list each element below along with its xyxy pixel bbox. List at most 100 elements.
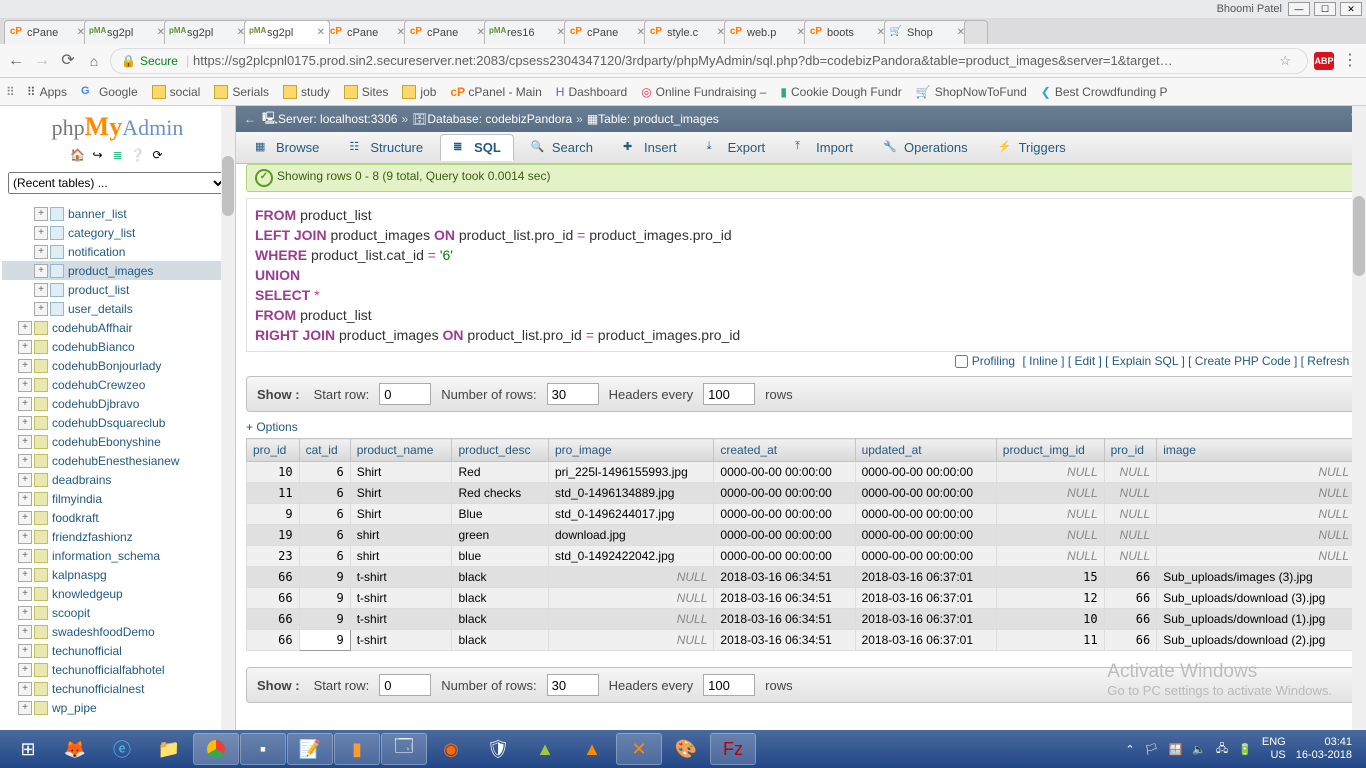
expand-icon[interactable]: +	[18, 511, 32, 525]
pma-tab-triggers[interactable]: ⚡Triggers	[985, 134, 1079, 161]
explain-link[interactable]: Explain SQL	[1112, 354, 1178, 368]
apps-button[interactable]: ⠿	[6, 85, 13, 99]
cell[interactable]: std_0-1496244017.jpg	[548, 504, 713, 525]
browser-tab[interactable]: cPcPane✕	[564, 20, 650, 44]
tray-flag-icon[interactable]: 🏳	[1145, 743, 1159, 756]
options-toggle[interactable]: + Options	[246, 420, 1356, 434]
cell[interactable]: NULL	[548, 630, 713, 651]
tree-database[interactable]: +wp_pipe	[2, 698, 231, 717]
cell[interactable]: NULL	[1104, 483, 1157, 504]
browser-tab[interactable]: pMAsg2pl✕	[164, 20, 250, 44]
pma-tab-sql[interactable]: ≣SQL	[440, 134, 514, 161]
tree-database[interactable]: +friendzfashionz	[2, 527, 231, 546]
cell[interactable]: 66	[1104, 630, 1157, 651]
pma-tab-operations[interactable]: 🔧Operations	[870, 134, 981, 161]
col-header[interactable]: image	[1157, 439, 1356, 462]
task-cmd[interactable]: ▪	[241, 734, 285, 764]
start-row-input[interactable]	[379, 383, 431, 405]
address-bar[interactable]: 🔒 Secure | https://sg2plcpnl0175.prod.si…	[110, 48, 1308, 74]
cell[interactable]: shirt	[350, 546, 452, 567]
cell[interactable]: 0000-00-00 00:00:00	[855, 462, 996, 483]
cell[interactable]: 2018-03-16 06:37:01	[855, 588, 996, 609]
table-row[interactable]: 196shirtgreendownload.jpg0000-00-00 00:0…	[247, 525, 1356, 546]
cell[interactable]: 9	[299, 609, 350, 630]
cell[interactable]: pri_225l-1496155993.jpg	[548, 462, 713, 483]
cell[interactable]: black	[452, 567, 549, 588]
cell[interactable]: 0000-00-00 00:00:00	[855, 525, 996, 546]
cell[interactable]: blue	[452, 546, 549, 567]
cell[interactable]: 2018-03-16 06:37:01	[855, 630, 996, 651]
bookmark-item[interactable]: ⠿Apps	[27, 85, 67, 99]
pma-tab-structure[interactable]: ☷Structure	[336, 134, 436, 161]
browser-tab[interactable]: pMAsg2pl✕	[84, 20, 170, 44]
cell[interactable]: NULL	[1104, 504, 1157, 525]
cell[interactable]: NULL	[1104, 462, 1157, 483]
cell[interactable]: 6	[299, 504, 350, 525]
cell[interactable]: 19	[247, 525, 300, 546]
refresh-link[interactable]: Refresh	[1307, 354, 1349, 368]
expand-icon[interactable]: +	[18, 530, 32, 544]
cell[interactable]: NULL	[1157, 546, 1356, 567]
expand-icon[interactable]: +	[34, 226, 48, 240]
cell[interactable]: 66	[1104, 588, 1157, 609]
tray-clock[interactable]: 03:4116-03-2018	[1296, 736, 1352, 762]
system-tray[interactable]: ⌃ 🏳 🪟 🔈 🖧 🔋 ENGUS 03:4116-03-2018	[1125, 736, 1360, 762]
cell[interactable]: NULL	[996, 546, 1104, 567]
expand-icon[interactable]: +	[18, 359, 32, 373]
tree-database[interactable]: +codehubAffhair	[2, 318, 231, 337]
headers-every-input-b[interactable]	[703, 674, 755, 696]
bc-server[interactable]: Server: localhost:3306	[278, 112, 397, 126]
cell[interactable]: 6	[299, 525, 350, 546]
expand-icon[interactable]: +	[18, 340, 32, 354]
num-rows-input[interactable]	[547, 383, 599, 405]
expand-icon[interactable]: +	[18, 644, 32, 658]
task-explorer[interactable]: 📁	[147, 734, 191, 764]
cell[interactable]: NULL	[1157, 504, 1356, 525]
tree-database[interactable]: +codehubDjbravo	[2, 394, 231, 413]
cell[interactable]: Shirt	[350, 462, 452, 483]
window-close[interactable]: ✕	[1340, 2, 1362, 16]
cell[interactable]: black	[452, 630, 549, 651]
tray-up-icon[interactable]: ⌃	[1125, 743, 1134, 756]
pma-quick-icons[interactable]: 🏠↪≣❔⟳	[0, 148, 235, 168]
bc-table[interactable]: Table: product_images	[598, 112, 719, 126]
cell[interactable]: Shirt	[350, 504, 452, 525]
expand-icon[interactable]: +	[18, 454, 32, 468]
task-ie[interactable]: ⓔ	[100, 734, 144, 764]
cell[interactable]: 2018-03-16 06:34:51	[714, 567, 855, 588]
profiling-check[interactable]	[955, 355, 968, 368]
cell[interactable]: shirt	[350, 525, 452, 546]
createphp-link[interactable]: Create PHP Code	[1195, 354, 1291, 368]
recent-select[interactable]: (Recent tables) ...	[8, 172, 227, 194]
tree-table[interactable]: +category_list	[2, 223, 231, 242]
tree-database[interactable]: +knowledgeup	[2, 584, 231, 603]
abp-icon[interactable]: ABP	[1314, 52, 1334, 70]
cell[interactable]: Sub_uploads/download (3).jpg	[1157, 588, 1356, 609]
cell[interactable]: 66	[247, 630, 300, 651]
cell[interactable]: 0000-00-00 00:00:00	[855, 504, 996, 525]
bookmark-item[interactable]: GGoogle	[81, 85, 138, 99]
cell[interactable]: 9	[299, 630, 350, 651]
cell[interactable]: 66	[247, 567, 300, 588]
edit-link[interactable]: Edit	[1074, 354, 1095, 368]
cell[interactable]: black	[452, 609, 549, 630]
browser-tab[interactable]: pMAsg2pl✕	[244, 20, 330, 44]
col-header[interactable]: updated_at	[855, 439, 996, 462]
expand-icon[interactable]: +	[18, 568, 32, 582]
cell[interactable]: 2018-03-16 06:34:51	[714, 609, 855, 630]
browser-tab[interactable]: pMAres16✕	[484, 20, 570, 44]
task-notes[interactable]: 📝	[288, 734, 332, 764]
cell[interactable]: green	[452, 525, 549, 546]
bookmark-item[interactable]: ◎Online Fundraising –	[641, 85, 766, 99]
cell[interactable]: Sub_uploads/images (3).jpg	[1157, 567, 1356, 588]
col-header[interactable]: pro_id	[247, 439, 300, 462]
cell[interactable]: Red checks	[452, 483, 549, 504]
table-row[interactable]: 106ShirtRedpri_225l-1496155993.jpg0000-0…	[247, 462, 1356, 483]
cell[interactable]: 0000-00-00 00:00:00	[855, 483, 996, 504]
task-firefox[interactable]: 🦊	[53, 734, 97, 764]
cell[interactable]: 2018-03-16 06:37:01	[855, 567, 996, 588]
pma-tab-search[interactable]: 🔍Search	[518, 134, 606, 161]
tree-database[interactable]: +techunofficialfabhotel	[2, 660, 231, 679]
nav-collapse-icon[interactable]: ←	[244, 112, 256, 126]
task-app1[interactable]: 🗔	[382, 734, 426, 764]
